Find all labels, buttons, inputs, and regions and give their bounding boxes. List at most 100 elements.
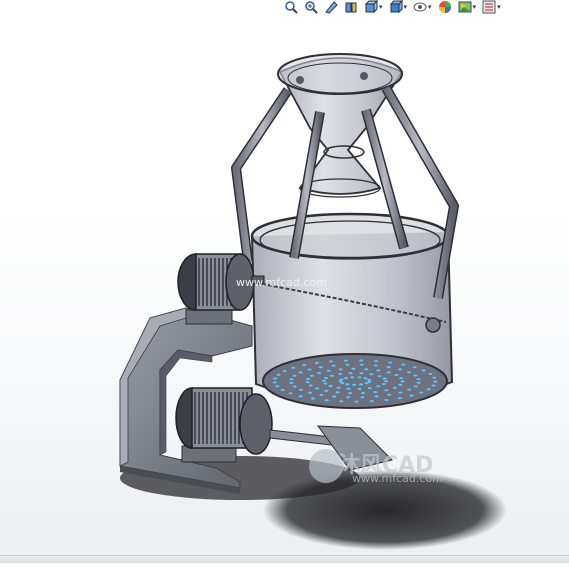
hide-show-items-button[interactable]: ▾ [413,0,432,14]
sieve-hole [335,391,340,394]
sieve-hole [318,366,323,369]
zoom-to-area-icon [304,0,318,14]
display-style-button[interactable]: ▾ [389,0,408,14]
sieve-hole [373,391,378,393]
sieve-hole [306,377,311,380]
view-settings-button[interactable]: ▾ [482,0,501,14]
sieve-hole [339,378,344,381]
sieve-hole [374,360,379,363]
sieve-hole [336,386,341,389]
sieve-hole [377,375,382,378]
sieve-plate [262,353,448,409]
graphics-area[interactable]: www.mfcad.com 沐风CAD www.mfcad.com ▾ ▾ ▾ ▾ ▾ [0,0,569,563]
zoom-to-area-button[interactable] [304,0,318,14]
sieve-hole [364,368,369,371]
sieve-hole [340,382,345,384]
dropdown-arrow-icon[interactable]: ▾ [379,3,383,11]
previous-view-icon [324,0,338,14]
sieve-hole [338,380,343,383]
sieve-hole [369,400,374,403]
sieve-hole [382,377,387,380]
hide-show-items-icon [413,0,427,14]
sieve-hole [367,380,372,383]
sieve-hole [399,377,404,380]
sieve-hole [345,363,350,366]
sieve-hole [432,376,437,379]
sieve-hole [360,396,365,399]
sieve-hole [421,369,426,372]
sieve-hole [329,374,334,377]
sieve-hole [280,388,285,391]
sieve-hole [359,383,364,386]
upper-motor[interactable] [177,253,265,325]
sieve-hole [376,369,381,372]
tank-port [425,317,441,333]
heads-up-view-toolbar: ▾ ▾ ▾ ▾ ▾ [280,0,569,14]
previous-view-button[interactable] [324,0,338,14]
sieve-hole [401,363,406,366]
sieve-hole [416,378,421,381]
sieve-hole [376,385,381,388]
sieve-hole [289,378,294,381]
sieve-hole [387,393,392,396]
zoom-to-fit-button[interactable] [284,0,298,14]
sieve-hole [348,392,353,395]
sieve-hole [328,384,333,387]
sieve-hole [310,374,314,377]
sieve-hole [308,391,312,394]
dropdown-arrow-icon[interactable]: ▾ [428,3,432,11]
sieve-hole [400,380,405,383]
sieve-hole [305,381,310,384]
section-view-button[interactable] [344,0,358,14]
sieve-hole [307,368,312,371]
sieve-hole [308,384,313,387]
apply-scene-button[interactable]: ▾ [458,0,477,14]
sieve-hole [426,388,431,391]
sieve-hole [302,364,307,367]
sieve-hole [384,380,389,383]
sieve-hole [412,366,417,369]
sieve-hole [359,372,364,375]
sieve-hole [339,400,344,403]
sieve-hole [299,388,303,391]
sieve-hole [384,399,389,401]
dropdown-arrow-icon[interactable]: ▾ [404,3,408,11]
sieve-hole [367,378,372,381]
cad-model-view[interactable]: www.mfcad.com 沐风CAD www.mfcad.com [0,0,569,563]
sieve-hole [324,377,329,379]
sieve-hole [354,400,359,403]
sieve-hole [357,376,362,379]
sieve-hole [398,368,402,371]
dropdown-arrow-icon[interactable]: ▾ [473,3,477,11]
sieve-hole [326,369,331,372]
sieve-hole [407,388,412,391]
sieve-hole [384,389,389,392]
sieve-hole [359,359,364,362]
apply-scene-icon [458,0,472,14]
sieve-hole [351,367,356,370]
view-orientation-icon [364,0,378,14]
sieve-hole [409,394,414,397]
sieve-hole [324,389,329,392]
sieve-hole [346,396,351,399]
mixing-tank[interactable] [250,212,454,409]
sieve-hole [392,386,397,389]
sieve-hole [343,377,348,379]
window-bottom-edge [0,555,569,563]
sieve-hole [323,382,328,385]
view-orientation-button[interactable]: ▾ [364,0,383,14]
sieve-hole [289,381,294,384]
dropdown-arrow-icon[interactable]: ▾ [497,3,501,11]
sieve-hole [282,370,287,373]
sieve-hole [292,374,297,377]
sieve-hole [361,392,366,394]
edit-appearance-button[interactable] [438,0,452,14]
sieve-hole [369,373,374,376]
sieve-hole [433,380,438,383]
sieve-hole [407,371,411,374]
sieve-hole [321,379,326,382]
sieve-hole [381,383,386,385]
sieve-hole [298,395,303,398]
sieve-hole [331,364,336,367]
view-settings-icon [482,0,496,14]
